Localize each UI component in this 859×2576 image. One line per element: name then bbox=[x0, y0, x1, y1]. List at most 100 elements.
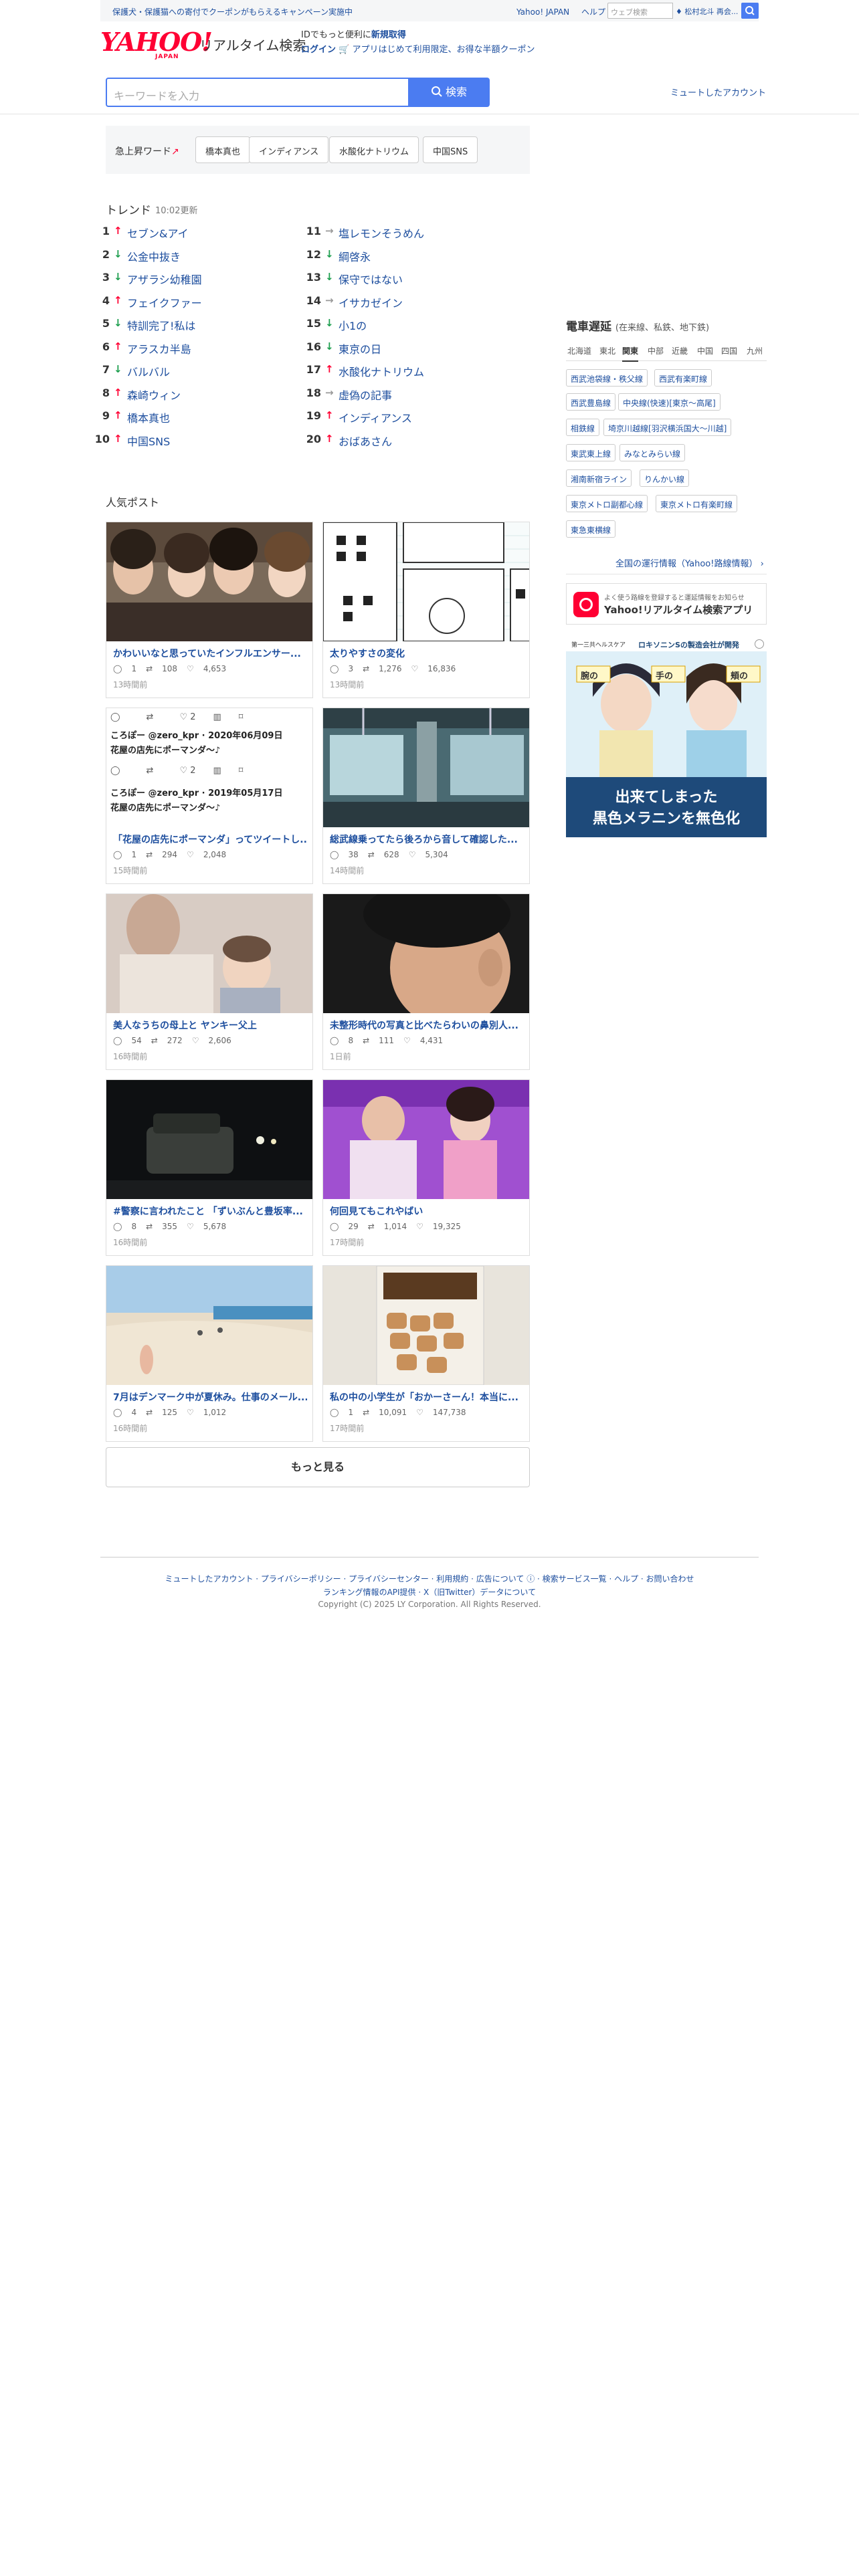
trend-keyword[interactable]: インディアンス bbox=[339, 409, 412, 425]
reply-count: 29 bbox=[348, 1222, 359, 1231]
trend-keyword[interactable]: 水酸化ナトリウム bbox=[339, 363, 424, 379]
web-search-input[interactable]: ウェブ検索 bbox=[607, 3, 673, 19]
search-input[interactable]: キーワードを入力 bbox=[106, 78, 409, 107]
rising-chip[interactable]: 水酸化ナトリウム bbox=[329, 136, 419, 163]
rising-chip[interactable]: 中国SNS bbox=[423, 136, 478, 163]
train-line-chip[interactable]: 西武池袋線・秩父線 bbox=[566, 369, 648, 387]
post-stats: ◯ 8 ⇄ 111 ♡ 4,431 bbox=[330, 1036, 452, 1045]
train-line-chip[interactable]: りんかい線 bbox=[640, 469, 690, 487]
tab-region[interactable]: 近畿 bbox=[672, 345, 688, 356]
post-card[interactable]: 未整形時代の写真と比べたらわいの鼻別人... ◯ 8 ⇄ 111 ♡ 4,431 1日前 bbox=[322, 893, 530, 1070]
trend-flat-arrow-icon: → bbox=[325, 225, 334, 237]
login-link[interactable]: ログイン bbox=[301, 45, 336, 55]
rising-chip[interactable]: インディアンス bbox=[249, 136, 329, 163]
post-stats: ◯ 8 ⇄ 355 ♡ 5,678 bbox=[113, 1222, 235, 1231]
post-card[interactable]: 何回見てもこれやばい ◯ 29 ⇄ 1,014 ♡ 19,325 17時間前 bbox=[322, 1079, 530, 1256]
post-title[interactable]: 何回見てもこれやばい bbox=[330, 1204, 524, 1218]
ad-info-icon[interactable] bbox=[755, 639, 764, 649]
trend-keyword[interactable]: アラスカ半島 bbox=[127, 340, 191, 356]
post-title[interactable]: 総武線乗ってたら後ろから音して確認した... bbox=[330, 833, 524, 846]
train-line-chip[interactable]: 湘南新宿ライン bbox=[566, 469, 632, 487]
trend-keyword[interactable]: 綱啓永 bbox=[339, 248, 371, 264]
trend-keyword[interactable]: 橋本真也 bbox=[127, 409, 170, 425]
train-line-chip[interactable]: 東急東横線 bbox=[566, 520, 616, 538]
yahoo-japan-link[interactable]: Yahoo! JAPAN bbox=[516, 7, 569, 17]
train-line-chip[interactable]: 西武有楽町線 bbox=[654, 369, 712, 387]
site-logo[interactable]: YAHOO! JAPAN リアルタイム検索 bbox=[100, 27, 306, 60]
trend-keyword[interactable]: 森崎ウィン bbox=[127, 387, 181, 403]
trend-keyword[interactable]: 虚偽の記事 bbox=[339, 387, 392, 403]
like-icon: ♡ bbox=[411, 664, 419, 673]
tab-region[interactable]: 中部 bbox=[648, 345, 664, 356]
train-line-chip[interactable]: 東京メトロ副都心線 bbox=[566, 495, 648, 512]
tab-region[interactable]: 九州 bbox=[747, 345, 763, 356]
train-line-chip[interactable]: 中央線(快速)[東京〜高尾] bbox=[618, 393, 721, 411]
trend-down-arrow-icon: ↓ bbox=[325, 271, 334, 283]
like-icon: ♡ bbox=[416, 1222, 423, 1231]
trend-keyword[interactable]: バルバル bbox=[127, 363, 170, 379]
load-more-button[interactable]: もっと見る bbox=[106, 1447, 530, 1487]
trend-keyword[interactable]: 塩レモンそうめん bbox=[339, 225, 424, 241]
train-line-chip[interactable]: 東京メトロ有楽町線 bbox=[656, 495, 738, 512]
trend-keyword[interactable]: 中国SNS bbox=[127, 433, 170, 449]
muted-accounts-link[interactable]: ミュートしたアカウント bbox=[670, 86, 766, 98]
train-line-chip[interactable]: 埼京川越線[羽沢横浜国大〜川越] bbox=[603, 419, 732, 436]
train-line-chip[interactable]: みなとみらい線 bbox=[619, 444, 686, 461]
tab-region[interactable]: 東北 bbox=[599, 345, 615, 356]
post-title[interactable]: 「花屋の店先にポーマンダ」ってツイートし... bbox=[113, 833, 307, 846]
tab-region[interactable]: 四国 bbox=[721, 345, 737, 356]
app-coupon-link[interactable]: 🛒 アプリはじめて利用限定、お得な半額クーポン bbox=[339, 45, 535, 55]
post-card[interactable]: かわいいなと思っていたインフルエンサー... ◯ 1 ⇄ 108 ♡ 4,653 13時間… bbox=[106, 522, 313, 698]
post-card[interactable]: 太りやすさの変化 ◯ 3 ⇄ 1,276 ♡ 16,836 13時間前 bbox=[322, 522, 530, 698]
post-stats: ◯ 38 ⇄ 628 ♡ 5,304 bbox=[330, 850, 458, 859]
footer-links-secondary[interactable]: ランキング情報のAPI提供 · X（旧Twitter）データについて bbox=[0, 1586, 859, 1598]
signup-link[interactable]: 新規取得 bbox=[371, 30, 406, 40]
post-card[interactable]: 総武線乗ってたら後ろから音して確認した... ◯ 38 ⇄ 628 ♡ 5,304 14時… bbox=[322, 708, 530, 884]
help-link[interactable]: ヘルプ bbox=[581, 7, 605, 17]
footer-links[interactable]: ミュートしたアカウント · プライバシーポリシー · プライバシーセンター · … bbox=[0, 1573, 859, 1584]
post-title[interactable]: 私の中の小学生が「おかーさーん！本当に... bbox=[330, 1390, 524, 1404]
post-title[interactable]: 未整形時代の写真と比べたらわいの鼻別人... bbox=[330, 1018, 524, 1032]
trend-keyword[interactable]: 東京の日 bbox=[339, 340, 381, 356]
tab-region[interactable]: 北海道 bbox=[567, 345, 591, 356]
trend-keyword[interactable]: おばあさん bbox=[339, 433, 392, 449]
trend-keyword[interactable]: イサカゼイン bbox=[339, 294, 403, 310]
post-card[interactable]: 美人なうちの母上と ヤンキー父上 ◯ 54 ⇄ 272 ♡ 2,606 16時間前 bbox=[106, 893, 313, 1070]
post-title[interactable]: #警察に言われたこと 「ずいぶんと豊坂率... bbox=[113, 1204, 307, 1218]
post-title[interactable]: 太りやすさの変化 bbox=[330, 647, 524, 660]
promo-link[interactable]: 保護犬・保護猫への寄付でクーポンがもらえるキャンペーン実施中 bbox=[112, 6, 353, 17]
train-line-chip[interactable]: 相鉄線 bbox=[566, 419, 600, 436]
rising-chip[interactable]: 橋本真也 bbox=[195, 136, 251, 163]
trend-keyword[interactable]: アザラシ幼稚園 bbox=[127, 271, 202, 287]
post-card[interactable]: #警察に言われたこと 「ずいぶんと豊坂率... ◯ 8 ⇄ 355 ♡ 5,678 16時… bbox=[106, 1079, 313, 1256]
trend-rank: 16 bbox=[306, 340, 321, 353]
like-icon: ♡ bbox=[187, 664, 194, 673]
trend-keyword[interactable]: 小1の bbox=[339, 317, 367, 333]
post-title[interactable]: 美人なうちの母上と ヤンキー父上 bbox=[113, 1018, 307, 1032]
trend-keyword[interactable]: フェイクファー bbox=[127, 294, 202, 310]
trend-keyword[interactable]: 公金中抜き bbox=[127, 248, 181, 264]
reply-icon: ◯ bbox=[330, 1036, 339, 1045]
app-banner[interactable]: よく使う路線を登録すると運延情報をお知らせ Yahoo!リアルタイム検索アプリ bbox=[566, 583, 767, 625]
train-delay-subtitle: (在来線、私鉄、地下鉄) bbox=[615, 323, 710, 333]
post-card[interactable]: 7月はデンマーク中が夏休み。仕事のメール... ◯ 4 ⇄ 125 ♡ 1,012 16時… bbox=[106, 1265, 313, 1442]
web-search-hint[interactable]: ♦ 松村北斗 再会... bbox=[676, 6, 743, 17]
post-card[interactable]: ◯ ⇄ ♡ 2 ▥ ⌑ ころぽー @zero_kpr · 2020年06月09日… bbox=[106, 708, 313, 884]
search-button[interactable]: 検索 bbox=[408, 78, 490, 107]
tab-region[interactable]: 中国 bbox=[697, 345, 713, 356]
trend-keyword[interactable]: 特訓完了!私は bbox=[127, 317, 195, 333]
advertisement[interactable]: 第一三共ヘルスケア ロキソニンSの製造会社が開発 腕の 手の 頬の 出来てしまっ… bbox=[566, 637, 767, 837]
web-search-button[interactable] bbox=[741, 3, 759, 19]
post-card[interactable]: 私の中の小学生が「おかーさーん！本当に... ◯ 1 ⇄ 10,091 ♡ 147,738… bbox=[322, 1265, 530, 1442]
post-image bbox=[323, 894, 529, 1013]
trend-down-arrow-icon: ↓ bbox=[114, 247, 122, 260]
post-title[interactable]: 7月はデンマーク中が夏休み。仕事のメール... bbox=[113, 1390, 307, 1404]
trend-rank: 8 bbox=[102, 386, 110, 399]
trend-keyword[interactable]: 保守ではない bbox=[339, 271, 403, 287]
all-train-info-link[interactable]: 全国の運行情報（Yahoo!路線情報） › bbox=[615, 556, 764, 569]
train-line-chip[interactable]: 西武豊島線 bbox=[566, 393, 616, 411]
trend-keyword[interactable]: セブン&アイ bbox=[127, 225, 189, 241]
tab-region-active[interactable]: 関東 bbox=[622, 345, 639, 362]
train-line-chip[interactable]: 東武東上線 bbox=[566, 444, 616, 461]
post-title[interactable]: かわいいなと思っていたインフルエンサー... bbox=[113, 647, 307, 660]
